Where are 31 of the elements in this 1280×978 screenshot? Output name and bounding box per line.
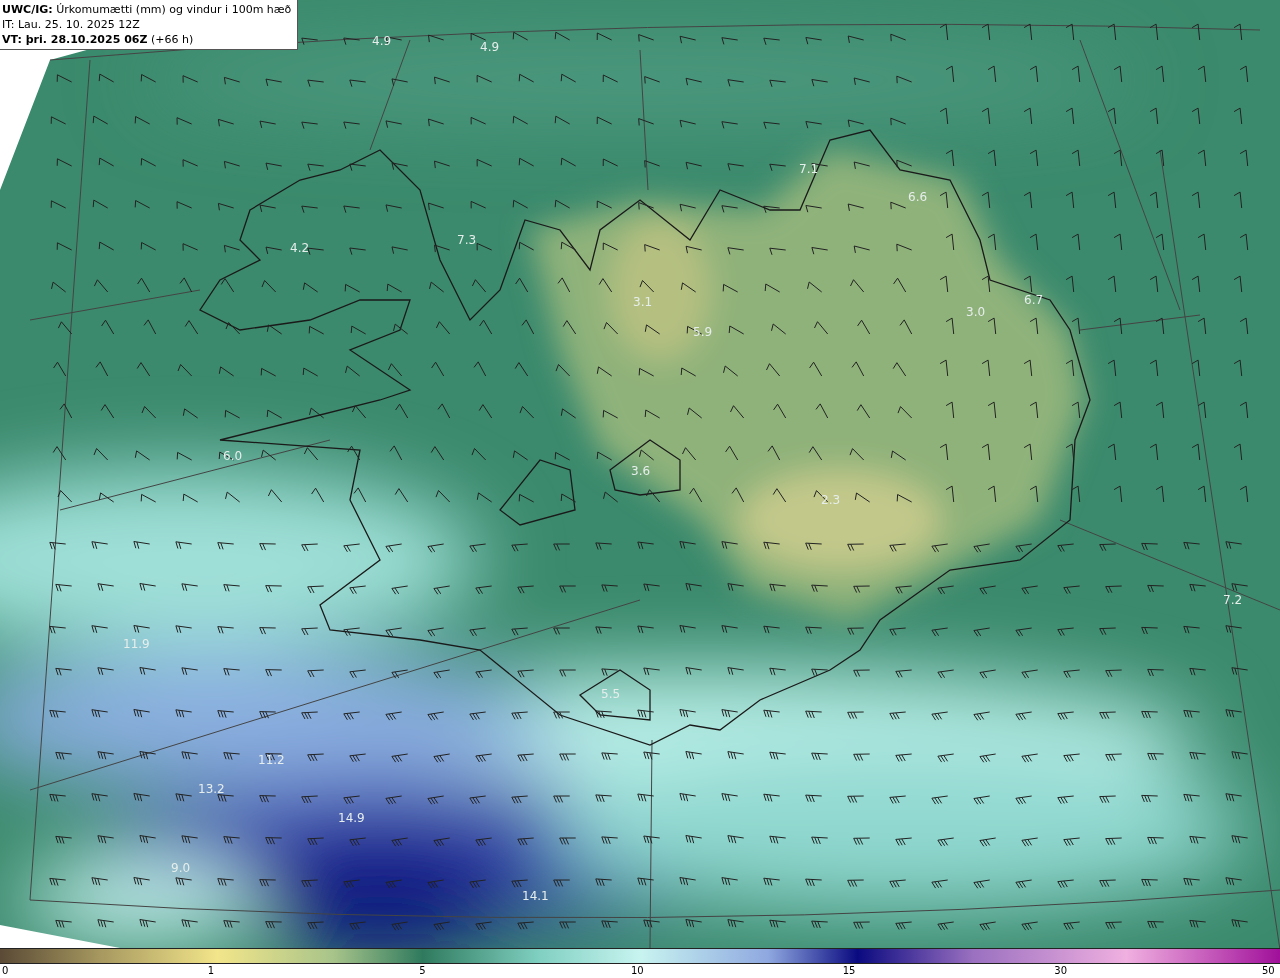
value-label: 11.9 <box>123 636 150 652</box>
value-label: 7.2 <box>1223 592 1243 608</box>
value-label: 9.0 <box>171 860 191 876</box>
init-time-text: IT: Lau. 25. 10. 2025 12Z <box>2 17 141 32</box>
value-label: 6.7 <box>1024 292 1044 308</box>
value-label: 13.2 <box>198 781 225 797</box>
value-label: 14.9 <box>338 810 365 826</box>
value-label: 5.5 <box>601 686 621 702</box>
colorbar-tick-label: 1 <box>207 964 215 978</box>
value-label: 6.6 <box>908 189 928 205</box>
colorbar-tick-label: 10 <box>631 964 644 978</box>
colorbar-tick-label: 50 <box>1262 964 1275 978</box>
value-label: 3.6 <box>631 463 651 479</box>
value-label: 7.3 <box>457 232 477 248</box>
value-label: 3.0 <box>966 304 986 320</box>
value-label: 6.0 <box>223 448 243 464</box>
value-label: 4.2 <box>290 240 310 256</box>
value-label: 14.1 <box>522 888 549 904</box>
value-label: 7.1 <box>799 161 819 177</box>
colorbar-tick-label: 15 <box>842 964 856 978</box>
value-label: 3.1 <box>633 294 653 310</box>
map-title: UWC/IG: Úrkomumætti (mm) og vindur i 100m hæð <box>2 2 292 17</box>
value-label: 4.9 <box>480 39 500 55</box>
value-label: 5.9 <box>693 324 713 340</box>
colorbar-tick-label: 5 <box>419 964 426 978</box>
colorbar-tick-label: 0 <box>2 964 9 978</box>
value-label: 11.2 <box>258 752 285 768</box>
colorbar-tick-label: 30 <box>1054 964 1068 978</box>
valid-time-text: VT: þri. 28.10.2025 06Z (+66 h) <box>2 32 195 47</box>
value-label: 2.3 <box>821 492 841 508</box>
value-label: 4.9 <box>372 33 392 49</box>
